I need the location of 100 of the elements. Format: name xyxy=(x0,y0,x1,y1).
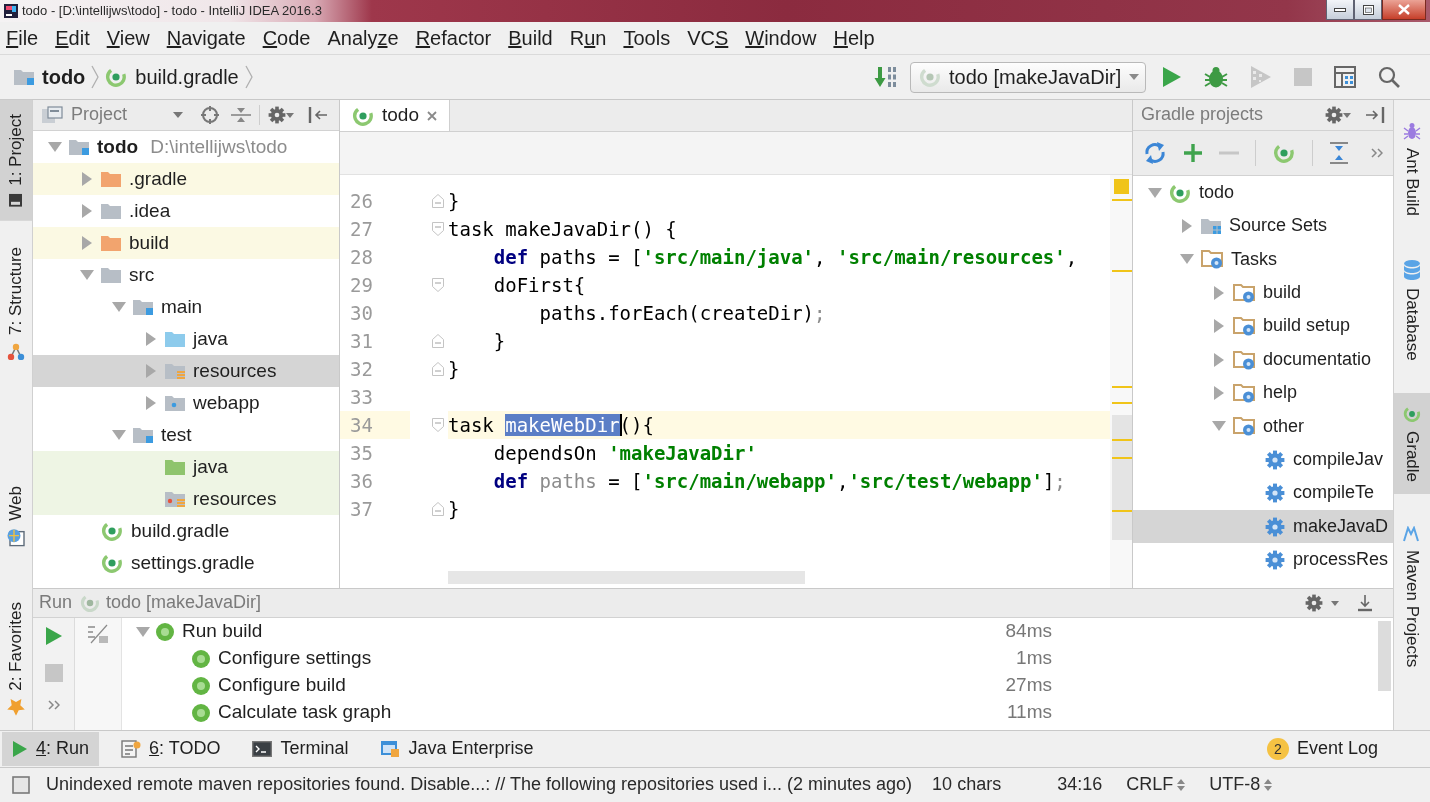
tool-window-tab[interactable]: Terminal xyxy=(242,732,359,766)
tool-window-tab[interactable]: 6: TODO xyxy=(111,732,231,766)
menu-item[interactable]: Help xyxy=(827,22,881,54)
expand-arrow-icon[interactable] xyxy=(82,236,92,250)
expand-arrow-icon[interactable] xyxy=(1214,319,1224,334)
hide-icon[interactable] xyxy=(1365,106,1385,124)
close-button[interactable] xyxy=(1382,0,1426,20)
tree-item[interactable]: processRes xyxy=(1133,543,1393,577)
tree-item[interactable]: build xyxy=(33,227,339,259)
expand-arrow-icon[interactable] xyxy=(1182,219,1192,234)
tree-item[interactable]: build xyxy=(1133,276,1393,310)
fold-marker-icon[interactable] xyxy=(432,278,444,292)
expand-arrow-icon[interactable] xyxy=(1214,285,1224,300)
gear-icon[interactable] xyxy=(268,106,287,124)
menu-item[interactable]: Tools xyxy=(617,22,677,54)
tree-item[interactable]: Configure settings 1ms xyxy=(122,645,1052,672)
menu-item[interactable]: Navigate xyxy=(160,22,252,54)
tree-item[interactable]: java xyxy=(33,323,339,355)
collapse-arrow-icon[interactable] xyxy=(136,626,150,637)
run-config-dropdown[interactable]: todo [makeJavaDir] xyxy=(910,61,1146,93)
collapse-all-icon[interactable] xyxy=(1329,142,1349,164)
tree-item[interactable]: test xyxy=(33,419,339,451)
tree-item[interactable]: Calculate task graph 11ms xyxy=(122,699,1052,726)
tree-item[interactable]: main xyxy=(33,291,339,323)
tool-window-tab[interactable]: Gradle xyxy=(1394,392,1430,494)
dropdown-caret-icon[interactable] xyxy=(1343,112,1351,118)
run-icon[interactable] xyxy=(1162,66,1182,88)
expand-arrow-icon[interactable] xyxy=(82,172,92,186)
editor-tab[interactable]: todo xyxy=(340,100,450,131)
tree-item[interactable]: settings.gradle xyxy=(33,547,339,579)
collapse-arrow-icon[interactable] xyxy=(112,430,126,440)
tool-window-tab[interactable]: 2: Favorites xyxy=(0,588,32,730)
menu-item[interactable]: Window xyxy=(739,22,823,54)
tree-item[interactable]: webapp xyxy=(33,387,339,419)
tool-window-tab[interactable]: Database xyxy=(1394,248,1430,373)
tree-item[interactable]: resources xyxy=(33,355,339,387)
list-toggle-icon[interactable] xyxy=(87,624,109,644)
plus-icon[interactable] xyxy=(1183,143,1203,163)
maximize-button[interactable] xyxy=(1354,0,1382,20)
collapse-arrow-icon[interactable] xyxy=(1148,187,1162,198)
collapse-arrow-icon[interactable] xyxy=(1212,421,1226,432)
fold-marker-icon[interactable] xyxy=(432,194,444,208)
fold-marker-icon[interactable] xyxy=(432,334,444,348)
tool-window-tab[interactable]: Maven Projects xyxy=(1394,513,1430,680)
expand-arrow-icon[interactable] xyxy=(82,204,92,218)
menu-item[interactable]: File xyxy=(0,22,45,54)
menu-item[interactable]: Code xyxy=(256,22,317,54)
run-icon[interactable] xyxy=(44,626,63,646)
close-icon[interactable] xyxy=(427,110,437,121)
dropdown-caret-icon[interactable] xyxy=(1331,600,1339,606)
tree-item[interactable]: src xyxy=(33,259,339,291)
breadcrumb-item[interactable]: todo xyxy=(8,65,92,89)
expand-arrow-icon[interactable] xyxy=(146,332,156,346)
run-tab[interactable]: todo [makeJavaDir] xyxy=(80,592,262,614)
collapse-arrow-icon[interactable] xyxy=(112,302,126,312)
scrollbar-thumb[interactable] xyxy=(1378,621,1391,691)
tree-item[interactable]: documentatio xyxy=(1133,342,1393,377)
tool-window-tab[interactable]: 1: Project xyxy=(0,100,32,221)
tool-window-tab[interactable]: Java Enterprise xyxy=(370,732,544,766)
dropdown-caret-icon[interactable] xyxy=(173,112,184,118)
tree-item[interactable]: other xyxy=(1133,409,1393,444)
tree-item[interactable]: Source Sets xyxy=(1133,209,1393,243)
search-icon[interactable] xyxy=(1378,66,1400,88)
tree-item[interactable]: makeJavaD xyxy=(1133,509,1393,544)
gear-icon[interactable] xyxy=(1325,106,1343,124)
target-icon[interactable] xyxy=(201,106,220,124)
grid-window-icon[interactable] xyxy=(1334,66,1356,88)
minimize-button[interactable] xyxy=(1326,0,1354,20)
menu-item[interactable]: VCS xyxy=(681,22,735,54)
tree-item[interactable]: compileTe xyxy=(1133,476,1393,510)
hide-icon[interactable] xyxy=(308,106,329,124)
collapse-arrow-icon[interactable] xyxy=(80,270,94,280)
tree-item[interactable]: Configure build 27ms xyxy=(122,672,1052,699)
expand-arrow-icon[interactable] xyxy=(146,364,156,378)
tree-item[interactable]: todo xyxy=(1133,176,1393,210)
scrollbar-thumb[interactable] xyxy=(448,571,805,584)
tree-item[interactable]: resources xyxy=(33,483,339,515)
fold-marker-icon[interactable] xyxy=(432,362,444,376)
tree-item[interactable]: help xyxy=(1133,376,1393,410)
tool-window-tab[interactable]: 4: Run xyxy=(2,732,100,766)
tool-window-tab[interactable]: Ant Build xyxy=(1394,110,1430,229)
more-icon[interactable] xyxy=(47,700,60,710)
tool-window-tab[interactable]: Web xyxy=(0,471,32,561)
collapse-arrow-icon[interactable] xyxy=(1180,254,1194,265)
status-widget[interactable]: UTF-8 xyxy=(1209,774,1273,796)
expand-arrow-icon[interactable] xyxy=(1214,386,1224,401)
expand-arrow-icon[interactable] xyxy=(146,396,156,410)
status-widget[interactable]: CRLF xyxy=(1126,774,1186,796)
fold-marker-icon[interactable] xyxy=(432,222,444,236)
menu-item[interactable]: Run xyxy=(563,22,613,54)
fold-marker-icon[interactable] xyxy=(432,502,444,516)
menu-item[interactable]: Refactor xyxy=(409,22,498,54)
menu-item[interactable]: Analyze xyxy=(321,22,405,54)
breadcrumb-item[interactable]: build.gradle xyxy=(99,65,245,89)
fold-marker-icon[interactable] xyxy=(432,418,444,432)
menu-item[interactable]: View xyxy=(100,22,156,54)
expand-arrow-icon[interactable] xyxy=(1214,352,1224,367)
tree-item[interactable]: .gradle xyxy=(33,163,339,195)
refresh-icon[interactable] xyxy=(1143,141,1167,165)
gear-icon[interactable] xyxy=(1305,594,1323,612)
